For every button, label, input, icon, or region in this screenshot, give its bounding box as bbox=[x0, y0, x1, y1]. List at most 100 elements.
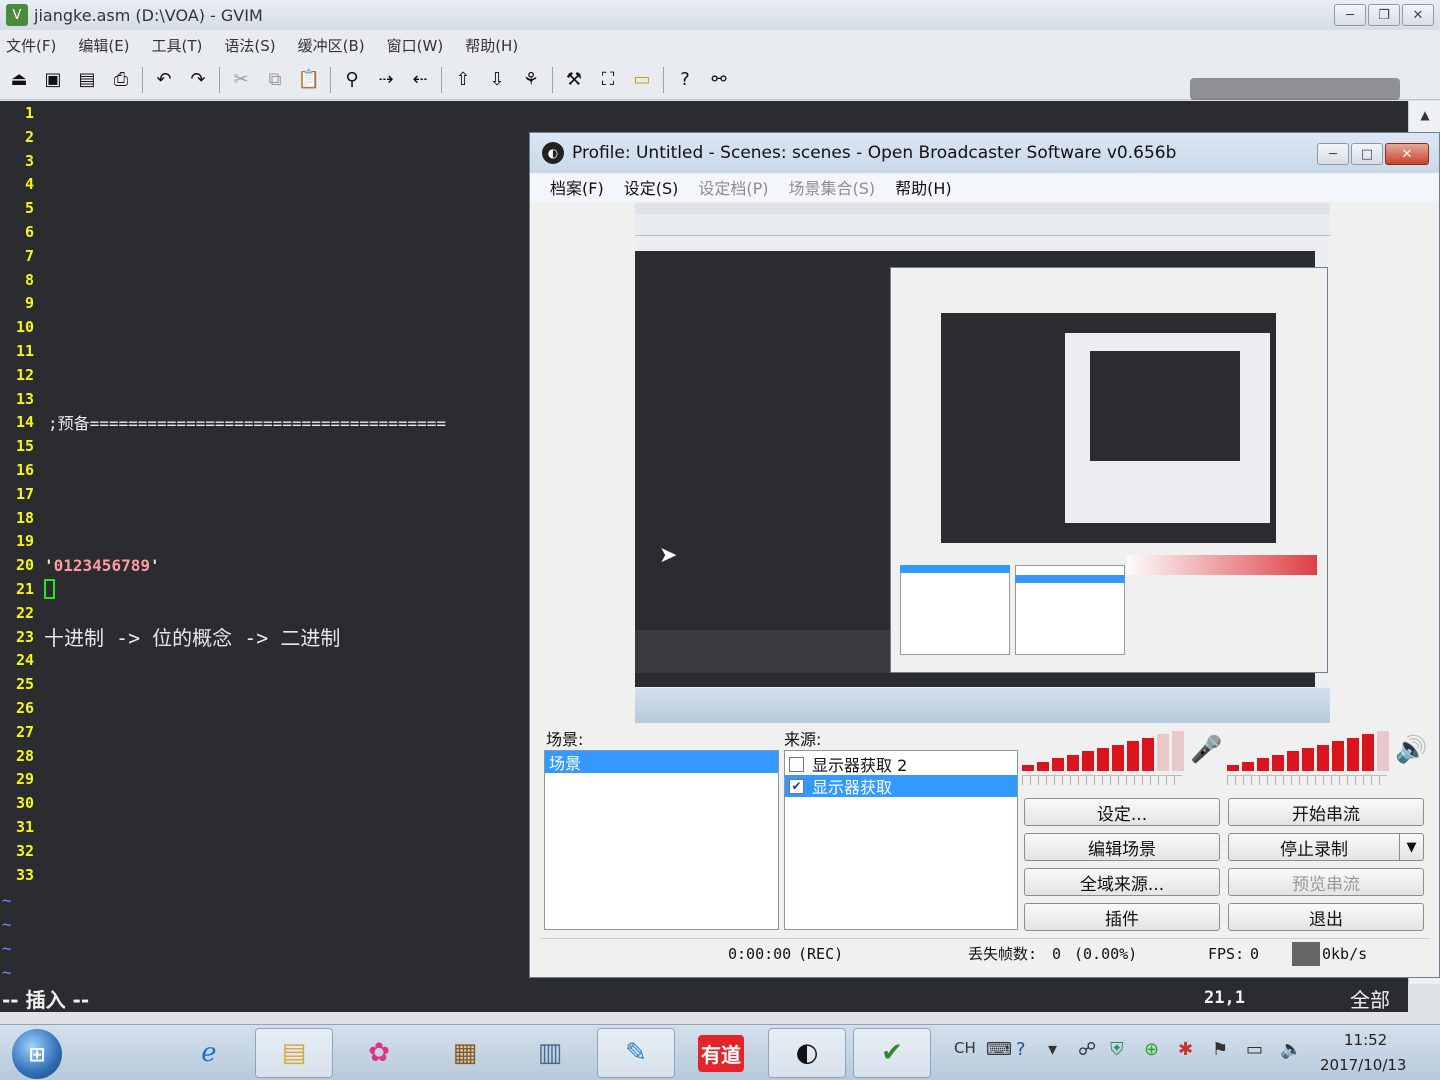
help-icon[interactable]: ? bbox=[670, 65, 700, 95]
network-icon[interactable]: ☍ bbox=[1078, 1039, 1096, 1060]
editor-line[interactable]: 27 bbox=[0, 720, 44, 744]
save-all-icon[interactable]: ▤ bbox=[72, 65, 102, 95]
settings-button[interactable]: 设定... bbox=[1024, 798, 1220, 826]
make-icon[interactable]: ⚒ bbox=[559, 65, 589, 95]
speaker-icon[interactable]: 🔊 bbox=[1395, 735, 1427, 765]
global-sources-button[interactable]: 全域来源... bbox=[1024, 868, 1220, 896]
clock-date[interactable]: 2017/10/13 bbox=[1320, 1056, 1406, 1074]
plus-icon[interactable]: ⊕ bbox=[1144, 1039, 1159, 1060]
obs-minimize-button[interactable]: ─ bbox=[1317, 143, 1349, 165]
menu-edit[interactable]: 编辑(E) bbox=[78, 35, 129, 56]
scene-item[interactable]: 场景 bbox=[545, 751, 778, 773]
editor-line[interactable]: 9 bbox=[0, 291, 44, 315]
obs-close-button[interactable]: ✕ bbox=[1385, 143, 1429, 165]
sources-list[interactable]: 显示器获取 2 ✔ 显示器获取 bbox=[784, 750, 1018, 930]
tags-icon[interactable]: ▭ bbox=[627, 65, 657, 95]
copy-icon[interactable]: ⧉ bbox=[260, 65, 290, 95]
editor-line[interactable]: 18 bbox=[0, 506, 44, 530]
run-script-icon[interactable]: ⚘ bbox=[516, 65, 546, 95]
help-icon[interactable]: ? bbox=[1016, 1039, 1026, 1060]
scenes-list[interactable]: 场景 bbox=[544, 750, 779, 930]
editor-line[interactable]: 23 十进制 -> 位的概念 -> 二进制 bbox=[0, 625, 340, 650]
paint-icon[interactable]: ✎ bbox=[597, 1028, 675, 1078]
obs-menu-profiles[interactable]: 设定档(P) bbox=[698, 175, 768, 199]
color-picker-icon[interactable]: ✿ bbox=[340, 1028, 418, 1078]
desktop-volume-meter[interactable]: 🔊 bbox=[1227, 731, 1427, 785]
editor-line[interactable]: 4 bbox=[0, 172, 44, 196]
menu-buffers[interactable]: 缓冲区(B) bbox=[298, 35, 365, 56]
find-replace-icon[interactable]: ⚲ bbox=[337, 65, 367, 95]
gvim-icon[interactable]: ✔ bbox=[853, 1028, 931, 1078]
source-checkbox[interactable] bbox=[789, 756, 804, 772]
editor-line[interactable]: 31 bbox=[0, 815, 44, 839]
editor-line[interactable]: 28 bbox=[0, 744, 44, 768]
obs-menu-settings[interactable]: 设定(S) bbox=[624, 175, 679, 199]
keyboard-icon[interactable]: ⌨ bbox=[986, 1039, 1012, 1060]
dosbox-icon[interactable]: ▦ bbox=[426, 1028, 504, 1078]
chevron-down-icon[interactable]: ▼ bbox=[1399, 834, 1423, 860]
close-button[interactable]: ✕ bbox=[1402, 4, 1434, 26]
editor-line[interactable]: 24 bbox=[0, 648, 44, 672]
edit-scene-button[interactable]: 编辑场景 bbox=[1024, 833, 1220, 861]
load-session-icon[interactable]: ⇧ bbox=[448, 65, 478, 95]
shell-icon[interactable]: ⛶ bbox=[593, 65, 623, 95]
mic-volume-meter[interactable]: 🎤 bbox=[1022, 731, 1222, 785]
editor-line[interactable]: 5 bbox=[0, 196, 44, 220]
restore-button[interactable]: ❐ bbox=[1368, 4, 1400, 26]
preview-stream-button[interactable]: 预览串流 bbox=[1228, 868, 1424, 896]
find-help-icon[interactable]: ⚯ bbox=[704, 65, 734, 95]
source-checkbox[interactable]: ✔ bbox=[789, 778, 804, 794]
volume-icon[interactable]: 🔈 bbox=[1280, 1039, 1302, 1060]
open-icon[interactable]: ⏏ bbox=[4, 65, 34, 95]
start-streaming-button[interactable]: 开始串流 bbox=[1228, 798, 1424, 826]
save-session-icon[interactable]: ⇩ bbox=[482, 65, 512, 95]
obs-menu-scene-collection[interactable]: 场景集合(S) bbox=[789, 175, 876, 199]
microphone-icon[interactable]: 🎤 bbox=[1190, 735, 1222, 765]
stop-recording-button[interactable]: 停止录制 ▼ bbox=[1228, 833, 1424, 861]
editor-line[interactable]: 32 bbox=[0, 839, 44, 863]
editor-line[interactable]: 30 bbox=[0, 791, 44, 815]
tray-expand-icon[interactable]: ▾ bbox=[1048, 1039, 1057, 1060]
exit-button[interactable]: 退出 bbox=[1228, 903, 1424, 931]
editor-line[interactable]: 29 bbox=[0, 767, 44, 791]
editor-line[interactable]: 6 bbox=[0, 220, 44, 244]
save-icon[interactable]: ▣ bbox=[38, 65, 68, 95]
editor-line[interactable]: 22 bbox=[0, 601, 44, 625]
plugins-button[interactable]: 插件 bbox=[1024, 903, 1220, 931]
obs-icon[interactable]: ◐ bbox=[768, 1028, 846, 1078]
menu-syntax[interactable]: 语法(S) bbox=[224, 35, 275, 56]
editor-line[interactable]: 26 bbox=[0, 696, 44, 720]
editor-line[interactable]: 33 bbox=[0, 863, 44, 887]
editor-line[interactable]: 13 bbox=[0, 387, 44, 411]
undo-icon[interactable]: ↶ bbox=[149, 65, 179, 95]
menu-tools[interactable]: 工具(T) bbox=[152, 35, 203, 56]
editor-line[interactable]: 17 bbox=[0, 482, 44, 506]
print-icon[interactable]: ⎙ bbox=[106, 65, 136, 95]
obs-maximize-button[interactable]: □ bbox=[1351, 143, 1383, 165]
editor-line[interactable]: 8 bbox=[0, 268, 44, 292]
editor-line[interactable]: 16 bbox=[0, 458, 44, 482]
windows-start-icon[interactable]: ⊞ bbox=[12, 1029, 62, 1079]
find-next-icon[interactable]: ⇢ bbox=[371, 65, 401, 95]
app-tray-icon[interactable]: ✱ bbox=[1178, 1039, 1193, 1060]
file-explorer-icon[interactable]: ▤ bbox=[255, 1028, 333, 1078]
minimize-button[interactable]: ─ bbox=[1334, 4, 1366, 26]
menu-window[interactable]: 窗口(W) bbox=[387, 35, 444, 56]
editor-line[interactable]: 20 '0123456789' bbox=[0, 553, 160, 577]
scroll-up-icon[interactable]: ▲ bbox=[1409, 101, 1440, 129]
obs-menu-file[interactable]: 档案(F) bbox=[550, 175, 604, 199]
source-item[interactable]: ✔ 显示器获取 bbox=[785, 775, 1017, 797]
editor-line[interactable]: 2 bbox=[0, 125, 44, 149]
editor-line[interactable]: 21 bbox=[0, 577, 55, 601]
internet-explorer-icon[interactable]: ℯ bbox=[170, 1028, 248, 1078]
menu-help[interactable]: 帮助(H) bbox=[465, 35, 518, 56]
source-item[interactable]: 显示器获取 2 bbox=[785, 753, 1017, 775]
youdao-icon[interactable]: 有道 bbox=[682, 1028, 760, 1078]
editor-line[interactable]: 7 bbox=[0, 244, 44, 268]
editor-line[interactable]: 10 bbox=[0, 315, 44, 339]
obs-menu-help[interactable]: 帮助(H) bbox=[895, 175, 952, 199]
editor-line[interactable]: 3 bbox=[0, 149, 44, 173]
display-icon[interactable]: ▭ bbox=[1246, 1039, 1263, 1060]
redo-icon[interactable]: ↷ bbox=[183, 65, 213, 95]
find-prev-icon[interactable]: ⇠ bbox=[405, 65, 435, 95]
